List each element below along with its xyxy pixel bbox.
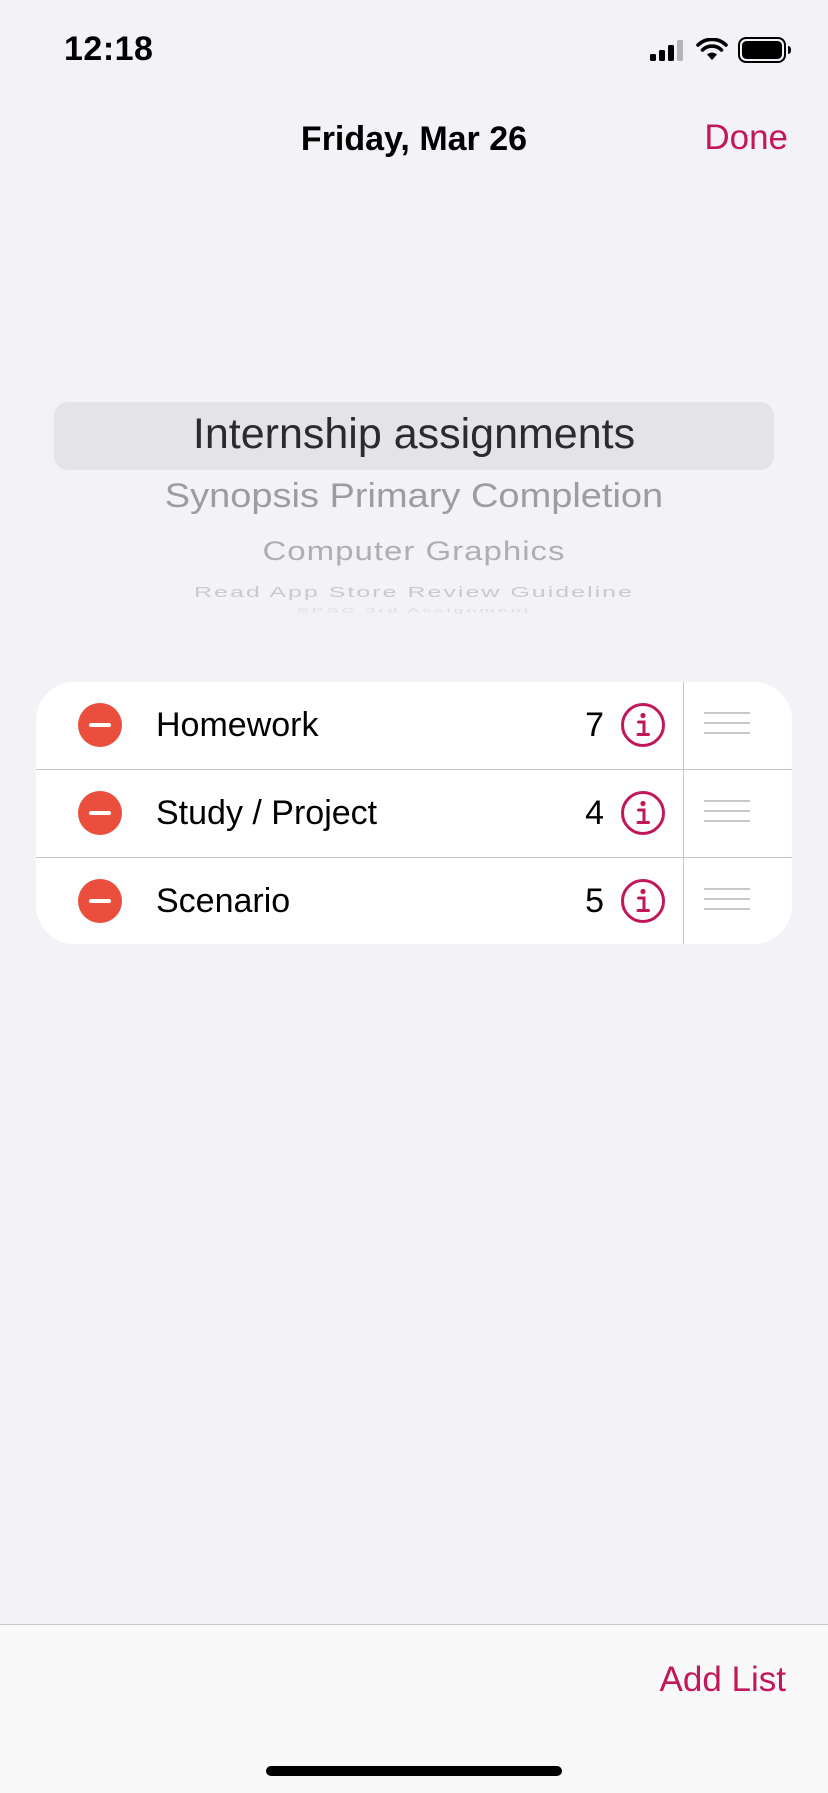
picker-option-selected[interactable]: Internship assignments: [0, 410, 828, 459]
signal-icon: [650, 40, 683, 61]
row-divider: [683, 858, 684, 944]
wifi-icon: [696, 38, 728, 60]
list-count: 4: [585, 794, 604, 832]
reorder-icon[interactable]: [704, 712, 750, 738]
list-row-scenario[interactable]: Scenario 5: [36, 858, 792, 944]
delete-icon[interactable]: [78, 703, 122, 747]
row-divider: [683, 770, 684, 858]
list-count: 5: [585, 882, 604, 920]
delete-icon[interactable]: [78, 879, 122, 923]
reorder-icon[interactable]: [704, 800, 750, 826]
delete-icon[interactable]: [78, 791, 122, 835]
list-row-homework[interactable]: Homework 7: [36, 682, 792, 770]
list-name: Study / Project: [156, 794, 378, 832]
status-icons: [650, 36, 792, 64]
reorder-icon[interactable]: [704, 888, 750, 914]
list-name: Homework: [156, 706, 319, 744]
status-time: 12:18: [64, 30, 154, 68]
list-row-study-project[interactable]: Study / Project 4: [36, 770, 792, 858]
add-list-button[interactable]: Add List: [660, 1660, 786, 1700]
battery-icon: [738, 37, 791, 63]
list-name: Scenario: [156, 882, 291, 920]
info-icon[interactable]: [620, 702, 666, 748]
list-count: 7: [585, 706, 604, 744]
picker-option[interactable]: Synopsis Primary Completion: [0, 477, 828, 516]
home-indicator: [266, 1766, 562, 1776]
picker-option[interactable]: SPSC 3rd Assignment: [0, 607, 828, 614]
info-icon[interactable]: [620, 878, 666, 924]
done-button[interactable]: Done: [704, 118, 788, 158]
lists-table: Homework 7 Study / Project 4 Scenario 5: [36, 682, 792, 944]
row-divider: [683, 682, 684, 770]
picker-option[interactable]: Computer Graphics: [0, 536, 828, 566]
info-icon[interactable]: [620, 790, 666, 836]
picker-option[interactable]: Read App Store Review Guideline: [0, 584, 828, 601]
